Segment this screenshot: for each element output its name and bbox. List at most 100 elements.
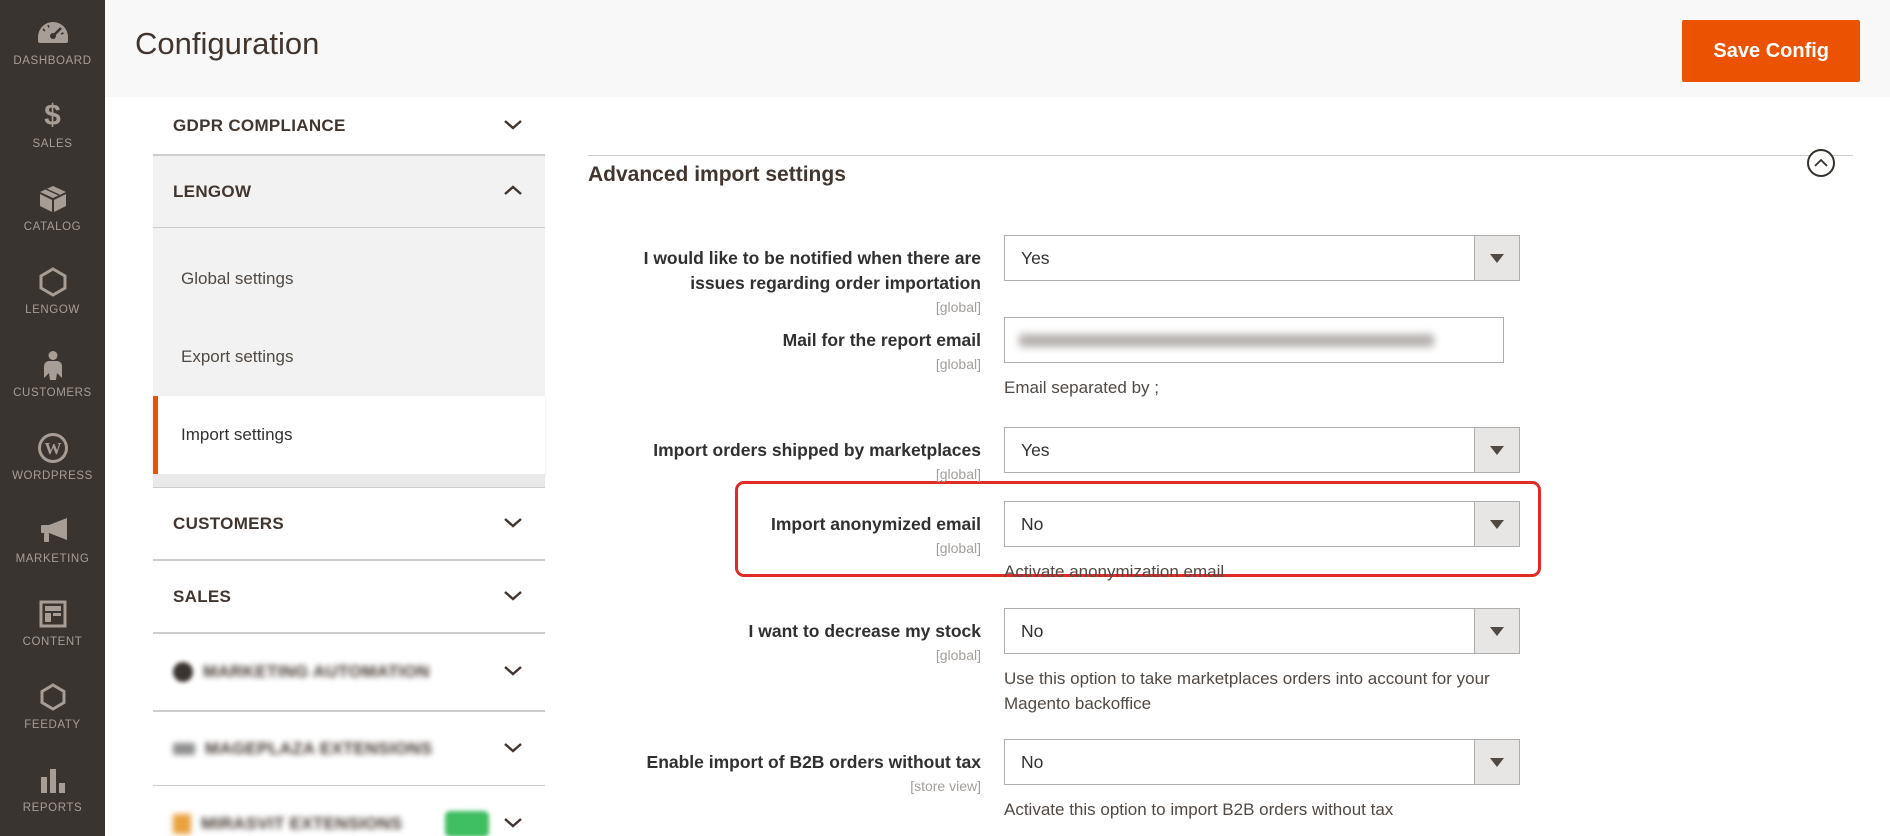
nav-section-label: SALES [173,586,232,606]
chevron-up-circle-icon [1814,154,1828,172]
sidebar-item-label: CONTENT [22,635,83,648]
sidebar-item-customers[interactable]: CUSTOMERS [0,332,105,415]
catalog-icon [38,183,68,215]
field-row-report-email: Mail for the report email [global] Email… [588,317,1853,400]
nav-section-label-blurred: MIRASVIT EXTENSIONS [201,813,403,833]
chevron-down-icon [503,515,523,533]
sidebar-item-label: SALES [32,137,73,150]
field-label: I would like to be notified when there a… [643,248,981,293]
sidebar-item-label: CUSTOMERS [13,386,92,399]
field-row-notify-issues: I would like to be notified when there a… [588,235,1853,315]
admin-sidebar: DASHBOARD $ SALES CATALOG LENGOW CUSTOME… [0,0,105,836]
page: Configuration Save Config GDPR COMPLIANC… [105,0,1890,836]
mageplaza-icon [173,742,195,755]
nav-section-gdpr-compliance[interactable]: GDPR COMPLIANCE [153,97,545,155]
select-value: No [1021,620,1044,641]
select-value: Yes [1021,439,1050,460]
dropdown-arrow-icon [1474,502,1519,546]
nav-section-sales[interactable]: SALES [153,560,545,633]
chevron-down-icon [503,117,523,135]
page-body: GDPR COMPLIANCE LENGOW Global settings E… [105,97,1890,836]
report-email-input[interactable] [1004,317,1504,363]
section-title: Advanced import settings [588,163,846,186]
sidebar-item-catalog[interactable]: CATALOG [0,166,105,249]
nav-section-customers[interactable]: CUSTOMERS [153,487,545,560]
sidebar-item-label: REPORTS [22,801,83,814]
nav-section-mageplaza-extensions[interactable]: MAGEPLAZA EXTENSIONS [153,711,545,786]
sales-icon: $ [44,98,61,132]
sidebar-item-lengow[interactable]: LENGOW [0,249,105,332]
field-note: Activate anonymization email [1004,562,1225,581]
nav-section-label-blurred: MAGEPLAZA EXTENSIONS [205,738,433,758]
wordpress-icon: W [36,432,70,464]
nav-section-label-blurred: MARKETING AUTOMATION [203,662,430,681]
content-icon [39,598,67,630]
b2b-orders-without-tax-select[interactable]: No [1004,739,1520,785]
field-scope: [store view] [910,778,981,794]
field-row-decrease-stock: I want to decrease my stock [global] No … [588,608,1853,716]
sidebar-item-content[interactable]: CONTENT [0,581,105,664]
dropdown-arrow-icon [1474,236,1519,280]
nav-section-mirasvit-extensions[interactable]: MIRASVIT EXTENSIONS [153,786,545,836]
field-label: Import anonymized email [770,514,981,534]
select-value: Yes [1021,247,1050,268]
field-scope: [global] [935,647,981,663]
reports-icon [39,764,67,796]
field-scope: [global] [935,299,981,315]
nav-subitem-label: Import settings [181,425,293,444]
lengow-icon [39,266,67,298]
section-divider [588,155,1853,156]
sidebar-item-dashboard[interactable]: DASHBOARD [0,0,105,83]
field-note: Use this option to take marketplaces ord… [1004,669,1490,713]
nav-subitem-export-settings[interactable]: Export settings [153,318,545,396]
sidebar-item-label: DASHBOARD [13,54,92,67]
nav-subitem-label: Global settings [181,269,294,288]
field-scope: [global] [935,356,981,372]
feedaty-icon [40,681,66,713]
nav-shadow-strip [153,474,545,487]
sidebar-item-sales[interactable]: $ SALES [0,83,105,166]
field-row-b2b-orders-without-tax: Enable import of B2B orders without tax … [588,739,1853,822]
sidebar-item-feedaty[interactable]: FEEDATY [0,664,105,747]
notify-issues-select[interactable]: Yes [1004,235,1520,281]
sidebar-item-marketing[interactable]: MARKETING [0,498,105,581]
nav-section-label: CUSTOMERS [173,513,285,533]
collapse-section-button[interactable] [1807,149,1835,177]
save-config-button[interactable]: Save Config [1682,20,1860,82]
select-value: No [1021,513,1044,534]
import-shipped-orders-select[interactable]: Yes [1004,427,1520,473]
mirasvit-icon [173,813,191,834]
marketing-automation-icon [173,662,193,682]
sidebar-item-label: CATALOG [23,220,82,233]
dropdown-arrow-icon [1474,609,1519,653]
nav-subitem-global-settings[interactable]: Global settings [153,240,545,318]
field-label: Mail for the report email [782,330,981,350]
sidebar-item-wordpress[interactable]: W WORDPRESS [0,415,105,498]
field-row-import-shipped-orders: Import orders shipped by marketplaces [g… [588,427,1853,482]
dropdown-arrow-icon [1474,428,1519,472]
decrease-stock-select[interactable]: No [1004,608,1520,654]
nav-subitem-import-settings[interactable]: Import settings [153,396,545,474]
redacted-email-value [1019,333,1434,347]
nav-section-label: LENGOW [173,181,252,201]
nav-section-marketing-automation[interactable]: MARKETING AUTOMATION [153,633,545,711]
dashboard-icon [36,17,70,49]
page-header: Configuration Save Config [105,0,1890,97]
dropdown-arrow-icon [1474,740,1519,784]
import-anonymized-email-select[interactable]: No [1004,501,1520,547]
field-note: Activate this option to import B2B order… [1004,800,1394,819]
page-title: Configuration [135,26,320,61]
field-note: Email separated by ; [1004,378,1159,397]
nav-section-label: GDPR COMPLIANCE [173,115,346,135]
svg-text:W: W [44,439,61,458]
lengow-subsections: Global settings Export settings Import s… [153,228,545,474]
chevron-down-icon [503,663,523,681]
config-nav: GDPR COMPLIANCE LENGOW Global settings E… [153,97,545,836]
sidebar-item-label: MARKETING [15,552,90,565]
nav-section-lengow[interactable]: LENGOW [153,155,545,228]
sidebar-item-reports[interactable]: REPORTS [0,747,105,830]
select-value: No [1021,751,1044,772]
version-badge [445,810,489,836]
marketing-icon [37,515,69,547]
field-label: Import orders shipped by marketplaces [653,440,981,460]
